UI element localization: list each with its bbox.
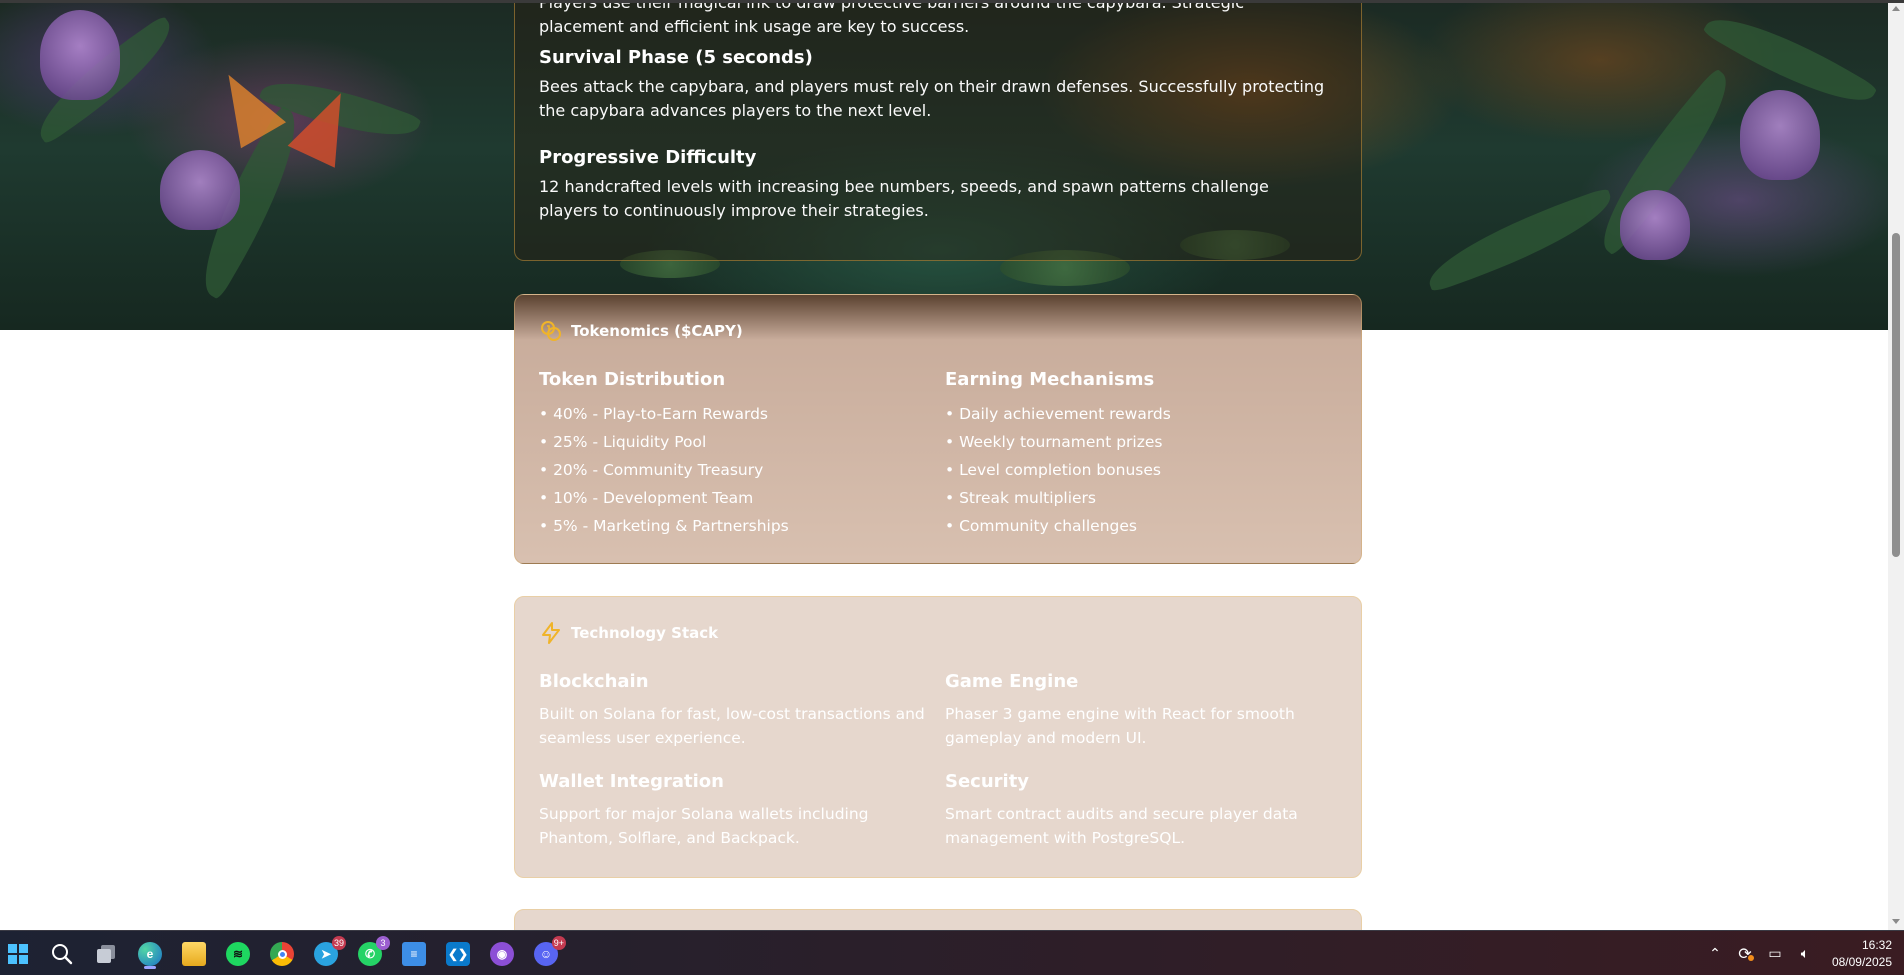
spotify-button[interactable]: ≋ bbox=[222, 938, 254, 970]
tech-heading: Blockchain bbox=[539, 671, 649, 692]
token-distribution-column: Token Distribution • 40% - Play-to-Earn … bbox=[539, 369, 929, 540]
task-view-button[interactable] bbox=[90, 938, 122, 970]
search-icon bbox=[52, 944, 73, 965]
survival-phase-heading: Survival Phase (5 seconds) bbox=[539, 47, 813, 68]
list-item: • Community challenges bbox=[945, 517, 1137, 535]
network-icon[interactable]: ▭ bbox=[1760, 946, 1790, 962]
whatsapp-badge: 3 bbox=[376, 936, 390, 950]
next-section-card bbox=[514, 909, 1362, 930]
technology-stack-title: Technology Stack bbox=[539, 621, 718, 645]
search-button[interactable] bbox=[46, 938, 78, 970]
tokenomics-title: Tokenomics ($CAPY) bbox=[539, 319, 743, 343]
list-item: • Weekly tournament prizes bbox=[945, 433, 1163, 451]
tech-description: Smart contract audits and secure player … bbox=[945, 805, 1298, 847]
list-item: • Streak multipliers bbox=[945, 489, 1097, 507]
discord-button[interactable]: ☺ 9+ bbox=[530, 936, 566, 970]
gameplay-drawing-text: Players use their magical ink to draw pr… bbox=[539, 0, 1244, 36]
list-item: • 25% - Liquidity Pool bbox=[539, 433, 707, 451]
tech-heading: Security bbox=[945, 771, 1030, 792]
scroll-down-arrow-icon[interactable] bbox=[1892, 919, 1900, 924]
list-item: • 40% - Play-to-Earn Rewards bbox=[539, 405, 768, 423]
coins-icon bbox=[541, 321, 561, 341]
edge-taskbar-button[interactable]: e bbox=[134, 938, 166, 970]
lightning-icon bbox=[542, 622, 560, 644]
scroll-up-arrow-icon[interactable] bbox=[1892, 6, 1900, 11]
tokenomics-card: Tokenomics ($CAPY) Token Distribution • … bbox=[514, 294, 1362, 564]
active-indicator bbox=[144, 966, 156, 969]
earning-mechanisms-column: Earning Mechanisms • Daily achievement r… bbox=[945, 369, 1335, 540]
volume-icon[interactable]: 🔈︎ bbox=[1790, 946, 1820, 962]
whatsapp-button[interactable]: ✆ 3 bbox=[354, 936, 390, 970]
tech-heading: Wallet Integration bbox=[539, 771, 724, 792]
tech-heading: Game Engine bbox=[945, 671, 1079, 692]
file-explorer-icon bbox=[182, 942, 206, 966]
tech-description: Support for major Solana wallets includi… bbox=[539, 805, 869, 847]
vscode-button[interactable]: ❮❯ bbox=[442, 938, 474, 970]
clock-time: 16:32 bbox=[1861, 938, 1892, 952]
scrollbar-thumb[interactable] bbox=[1892, 233, 1900, 557]
tech-description: Built on Solana for fast, low-cost trans… bbox=[539, 705, 925, 747]
token-distribution-heading: Token Distribution bbox=[539, 369, 726, 390]
discord-badge: 9+ bbox=[551, 936, 566, 950]
notepad-icon: ≡ bbox=[402, 942, 426, 966]
browser-viewport: Players use their magical ink to draw pr… bbox=[0, 0, 1904, 930]
task-view-icon bbox=[97, 945, 115, 963]
tech-description: Phaser 3 game engine with React for smoo… bbox=[945, 705, 1295, 747]
start-button[interactable] bbox=[2, 938, 34, 970]
chrome-icon bbox=[270, 942, 294, 966]
technology-stack-card: Technology Stack Blockchain Built on Sol… bbox=[514, 596, 1362, 878]
window-top-border bbox=[0, 0, 1904, 3]
gameplay-card: Players use their magical ink to draw pr… bbox=[514, 0, 1362, 261]
github-desktop-button[interactable]: ◉ bbox=[486, 938, 518, 970]
technology-stack-title-text: Technology Stack bbox=[571, 624, 719, 642]
tech-block-blockchain: Blockchain Built on Solana for fast, low… bbox=[539, 671, 939, 750]
clock-date: 08/09/2025 bbox=[1831, 955, 1892, 969]
tech-block-wallet-integration: Wallet Integration Support for major Sol… bbox=[539, 771, 939, 850]
list-item: • Daily achievement rewards bbox=[945, 405, 1171, 423]
taskbar: e ≋ ➤ 39 ✆ 3 ≡ ❮❯ ◉ ☺ 9+ ⌃ ⟳ ▭ 🔈︎ 16:32 … bbox=[0, 930, 1904, 975]
progressive-difficulty-text: 12 handcrafted levels with increasing be… bbox=[539, 177, 1269, 220]
telegram-button[interactable]: ➤ 39 bbox=[310, 936, 346, 970]
list-item: • 5% - Marketing & Partnerships bbox=[539, 517, 789, 535]
notepad-button[interactable]: ≡ bbox=[398, 938, 430, 970]
start-icon bbox=[8, 944, 28, 964]
vscode-icon: ❮❯ bbox=[446, 942, 470, 966]
list-item: • Level completion bonuses bbox=[945, 461, 1161, 479]
system-tray: ⌃ ⟳ ▭ 🔈︎ bbox=[1700, 931, 1820, 976]
list-item: • 10% - Development Team bbox=[539, 489, 754, 507]
tokenomics-title-text: Tokenomics ($CAPY) bbox=[571, 322, 743, 340]
tech-block-security: Security Smart contract audits and secur… bbox=[945, 771, 1345, 850]
page-scrollbar[interactable] bbox=[1888, 0, 1904, 930]
progressive-difficulty-heading: Progressive Difficulty bbox=[539, 147, 757, 168]
github-desktop-icon: ◉ bbox=[490, 942, 514, 966]
earning-mechanisms-heading: Earning Mechanisms bbox=[945, 369, 1155, 390]
survival-phase-text: Bees attack the capybara, and players mu… bbox=[539, 77, 1325, 120]
chrome-button[interactable] bbox=[266, 938, 298, 970]
sync-icon[interactable]: ⟳ bbox=[1730, 944, 1760, 963]
spotify-icon: ≋ bbox=[226, 942, 250, 966]
taskbar-clock[interactable]: 16:32 08/09/2025 bbox=[1832, 937, 1892, 971]
show-hidden-icons-chevron-icon[interactable]: ⌃ bbox=[1700, 946, 1730, 962]
list-item: • 20% - Community Treasury bbox=[539, 461, 764, 479]
tech-block-game-engine: Game Engine Phaser 3 game engine with Re… bbox=[945, 671, 1345, 750]
file-explorer-button[interactable] bbox=[178, 938, 210, 970]
edge-icon: e bbox=[138, 942, 162, 966]
telegram-badge: 39 bbox=[331, 936, 346, 950]
